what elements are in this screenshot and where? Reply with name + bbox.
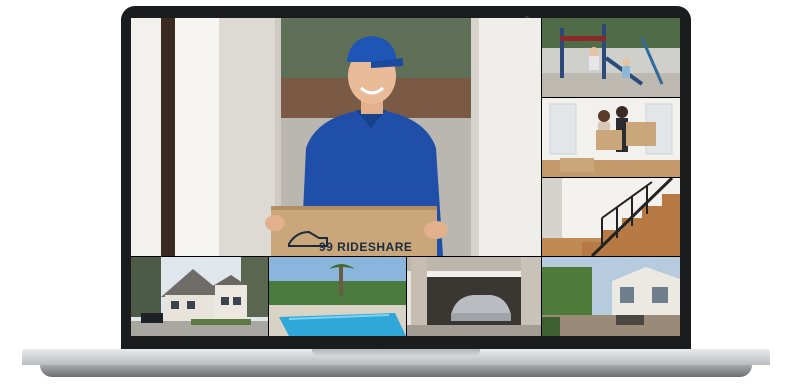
playground-photo (542, 18, 680, 97)
delivery-person-photo: 99 RIDESHARE (131, 18, 541, 256)
box-label: 99 RIDESHARE (319, 240, 413, 254)
patio-photo (542, 257, 680, 336)
staircase-photo (542, 178, 680, 256)
garage-photo (407, 257, 541, 336)
pool-photo (269, 257, 406, 336)
laptop-screen: 99 RIDESHARE (131, 18, 680, 336)
laptop-opening-notch (312, 349, 480, 357)
house-exterior-photo (131, 257, 268, 336)
moving-couple-photo (542, 98, 680, 177)
laptop-base-bottom (40, 365, 752, 377)
